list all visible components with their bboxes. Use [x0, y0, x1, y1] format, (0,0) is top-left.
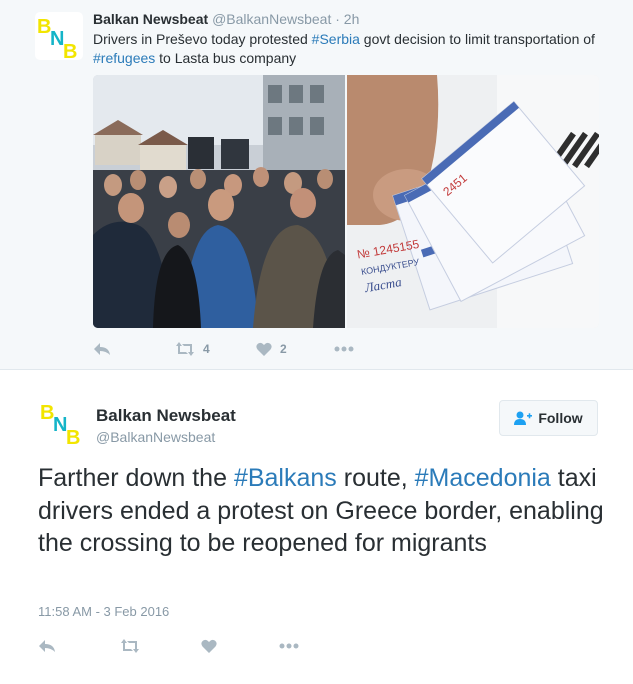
retweet-icon: [176, 342, 194, 356]
like-count: 2: [280, 342, 287, 356]
retweet-count: 4: [203, 342, 210, 356]
avatar[interactable]: B N B: [38, 398, 86, 449]
more-icon: [334, 346, 354, 352]
retweet-icon: [121, 639, 139, 653]
reply-icon: [94, 343, 110, 355]
like-action[interactable]: 2: [256, 339, 287, 359]
main-tweet-text: Farther down the #Balkans route, #Macedo…: [38, 462, 608, 560]
text-segment: Drivers in Preševo today protested: [93, 31, 312, 47]
author-name[interactable]: Balkan Newsbeat: [96, 406, 236, 426]
reply-action[interactable]: [93, 339, 111, 359]
avatar[interactable]: B N B: [35, 12, 83, 63]
tweet-time[interactable]: 2h: [344, 11, 360, 27]
quoted-tweet-text: Drivers in Preševo today protested #Serb…: [93, 30, 613, 68]
media-grid: 2451 № 1245155 КОНДУКТЕРУ Ласта: [93, 75, 599, 328]
tweet-timestamp[interactable]: 11:58 AM - 3 Feb 2016: [38, 604, 169, 619]
logo-letter-b2: B: [66, 427, 80, 446]
hashtag-link[interactable]: #Macedonia: [415, 464, 551, 492]
follow-label: Follow: [538, 410, 583, 426]
text-segment: Farther down the: [38, 464, 234, 492]
logo-letter-b2: B: [63, 41, 77, 60]
more-action[interactable]: [334, 339, 354, 359]
like-action[interactable]: [201, 636, 217, 656]
follow-user-icon: [514, 411, 533, 425]
bus-tickets-photo[interactable]: 2451 № 1245155 КОНДУКТЕРУ Ласта: [347, 75, 599, 328]
more-icon: [279, 643, 299, 649]
hashtag-link[interactable]: #Balkans: [234, 464, 337, 492]
reply-action[interactable]: [38, 636, 56, 656]
separator-dot: ·: [331, 11, 344, 27]
hashtag-link[interactable]: #refugees: [93, 50, 155, 66]
retweet-action[interactable]: 4: [175, 339, 210, 359]
more-action[interactable]: [279, 636, 299, 656]
bnb-logo: B N B: [37, 16, 77, 63]
quoted-tweet[interactable]: B N B Balkan Newsbeat @BalkanNewsbeat · …: [0, 0, 633, 370]
follow-button[interactable]: Follow: [499, 400, 598, 436]
protest-crowd-photo[interactable]: [93, 75, 345, 328]
heart-icon: [201, 639, 217, 653]
quoted-tweet-header: Balkan Newsbeat @BalkanNewsbeat · 2h: [93, 11, 359, 27]
heart-icon: [256, 342, 272, 356]
author-name[interactable]: Balkan Newsbeat: [93, 11, 208, 27]
text-segment: govt decision to limit transportation of: [359, 31, 595, 47]
bnb-logo: B N B: [40, 402, 80, 449]
text-segment: route,: [336, 464, 415, 492]
text-segment: to Lasta bus company: [155, 50, 297, 66]
retweet-action[interactable]: [120, 636, 140, 656]
author-handle[interactable]: @BalkanNewsbeat: [212, 11, 331, 27]
reply-icon: [39, 640, 55, 652]
author-handle[interactable]: @BalkanNewsbeat: [96, 429, 215, 445]
hashtag-link[interactable]: #Serbia: [312, 31, 360, 47]
